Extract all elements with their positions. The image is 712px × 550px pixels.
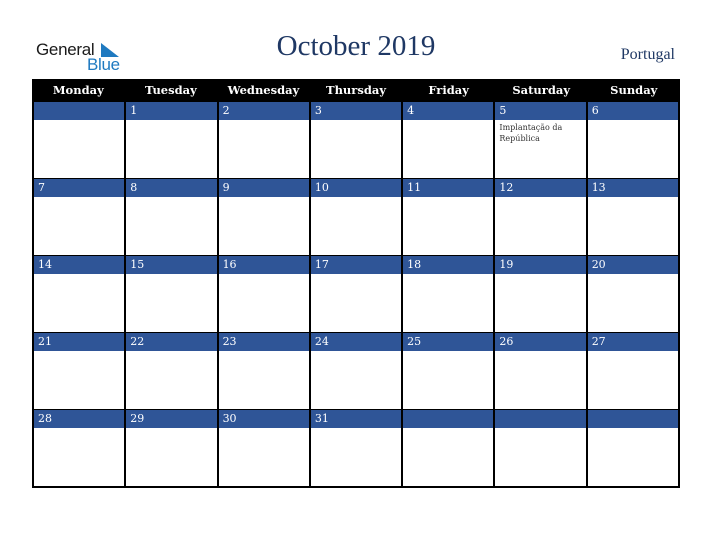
day-number: 12 — [495, 178, 586, 197]
day-number: 28 — [34, 409, 125, 428]
day-cell: 22 — [126, 332, 219, 409]
country-label: Portugal — [620, 46, 675, 63]
week-row: 1 2 3 4 5 Implantação da República 6 — [32, 101, 680, 178]
day-number: 13 — [587, 178, 678, 197]
day-cell: 5 Implantação da República — [495, 101, 588, 178]
day-number: 20 — [587, 255, 678, 274]
day-cell: 4 — [403, 101, 496, 178]
weekday-wednesday: Wednesday — [227, 83, 300, 97]
day-cell: 6 — [587, 101, 680, 178]
day-number: 8 — [126, 178, 217, 197]
day-number — [34, 101, 125, 120]
day-number: 19 — [495, 255, 586, 274]
day-number: 22 — [126, 332, 217, 351]
day-cell: 28 — [34, 409, 127, 486]
day-number — [587, 409, 678, 428]
day-number: 17 — [310, 255, 402, 274]
day-number: 5 — [495, 101, 586, 120]
day-cell: 18 — [403, 255, 496, 332]
day-cell: 16 — [218, 255, 311, 332]
day-cell: 1 — [126, 101, 219, 178]
day-cell: 19 — [495, 255, 588, 332]
week-row: 7 8 9 10 11 12 13 — [32, 178, 680, 255]
day-number: 23 — [218, 332, 309, 351]
weekday-header: Monday Tuesday Wednesday Thursday Friday Satu… — [32, 79, 680, 101]
week-row: 21 22 23 24 25 26 27 — [32, 332, 680, 409]
day-number: 18 — [403, 255, 494, 274]
weekday-thursday: Thursday — [326, 83, 387, 97]
day-number: 25 — [403, 332, 494, 351]
holiday-label: Implantação da República — [499, 123, 563, 143]
day-cell: 29 — [126, 409, 219, 486]
day-cell: 2 — [218, 101, 311, 178]
weeks-container: 1 2 3 4 5 Implantação da República 6 7 8 9 10 11 12 1… — [32, 101, 680, 488]
day-cell: 12 — [495, 178, 588, 255]
day-number — [495, 409, 586, 428]
day-cell — [403, 409, 496, 486]
day-number: 2 — [218, 101, 309, 120]
day-cell: 10 — [310, 178, 404, 255]
day-cell: 24 — [310, 332, 404, 409]
weekday-tuesday: Tuesday — [144, 83, 197, 97]
day-number: 1 — [126, 101, 217, 120]
day-cell: 14 — [34, 255, 127, 332]
day-cell: 26 — [495, 332, 588, 409]
day-number: 15 — [126, 255, 217, 274]
day-cell — [34, 101, 127, 178]
day-cell: 13 — [587, 178, 680, 255]
calendar-title: October 2019 — [276, 30, 436, 62]
day-cell: 25 — [403, 332, 496, 409]
day-cell: 20 — [587, 255, 680, 332]
day-number: 10 — [310, 178, 402, 197]
day-number: 6 — [587, 101, 678, 120]
day-number: 29 — [126, 409, 217, 428]
day-cell: 21 — [34, 332, 127, 409]
day-cell: 31 — [310, 409, 404, 486]
day-number: 27 — [587, 332, 678, 351]
week-row: 14 15 16 17 18 19 20 — [32, 255, 680, 332]
day-number: 14 — [34, 255, 125, 274]
weekday-saturday: Saturday — [512, 83, 571, 97]
day-number: 31 — [310, 409, 402, 428]
week-row: 28 29 30 31 — [32, 409, 680, 488]
day-number: 16 — [218, 255, 309, 274]
day-cell: 8 — [126, 178, 219, 255]
day-cell: 11 — [403, 178, 496, 255]
day-number: 7 — [34, 178, 125, 197]
day-number: 9 — [218, 178, 309, 197]
day-number: 4 — [403, 101, 494, 120]
day-cell: 9 — [218, 178, 311, 255]
weekday-friday: Friday — [428, 83, 469, 97]
day-cell: 17 — [310, 255, 404, 332]
weekday-sunday: Sunday — [610, 83, 658, 97]
day-cell — [587, 409, 680, 486]
weekday-monday: Monday — [52, 83, 104, 97]
day-cell: 3 — [310, 101, 404, 178]
day-cell: 15 — [126, 255, 219, 332]
day-number — [403, 409, 494, 428]
day-number: 26 — [495, 332, 586, 351]
calendar-grid: Monday Tuesday Wednesday Thursday Friday Satu… — [32, 79, 680, 488]
day-cell: 7 — [34, 178, 127, 255]
day-number: 21 — [34, 332, 125, 351]
day-number: 30 — [218, 409, 309, 428]
day-number: 3 — [310, 101, 402, 120]
day-cell: 27 — [587, 332, 680, 409]
day-cell: 30 — [218, 409, 311, 486]
day-number: 11 — [403, 178, 494, 197]
day-number: 24 — [310, 332, 402, 351]
day-cell — [495, 409, 588, 486]
day-cell: 23 — [218, 332, 311, 409]
